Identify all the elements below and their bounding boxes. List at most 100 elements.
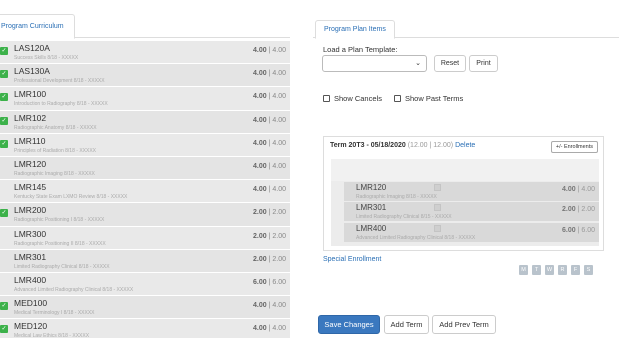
plan-item[interactable]: LMR120 Radiographic Imaging 8/18 - XXXXX 4… bbox=[344, 182, 599, 201]
course-row[interactable]: LMR145 Kentucky State Exam LXMO Review 8/… bbox=[0, 180, 290, 204]
credits-planned: 6.00 bbox=[253, 278, 267, 286]
enrollments-button[interactable]: +/- Enrollments bbox=[550, 141, 598, 153]
special-enrollment-link[interactable]: Special Enrollment bbox=[323, 256, 381, 263]
course-row[interactable]: LMR120 Radiographic Imaging 8/18 - XXXXX 4… bbox=[0, 156, 290, 181]
course-subtitle: Radiographic Positioning I 8/18 - XXXXX bbox=[14, 217, 105, 224]
course-subtitle: Radiographic Positioning II 8/18 - XXXXX bbox=[14, 240, 106, 247]
term-empty-slot bbox=[331, 159, 599, 181]
checkmark-icon: ✓ bbox=[0, 116, 8, 125]
day-button-m[interactable]: M bbox=[519, 265, 528, 275]
credits-planned: 2.00 bbox=[253, 255, 267, 263]
term-title: Term 20T3 - 05/18/2020 bbox=[330, 142, 406, 149]
checkmark-icon: ✓ bbox=[0, 93, 8, 102]
course-row[interactable]: ✓ LMR102 Radiographic Anatomy 8/18 - XXXXX… bbox=[0, 110, 290, 134]
credits-earned: 4.00 bbox=[272, 302, 286, 310]
credits-planned: 2.00 bbox=[562, 206, 576, 213]
credits-earned: 2.00 bbox=[581, 206, 595, 213]
term-delete-link[interactable]: Delete bbox=[455, 142, 475, 149]
day-button-s[interactable]: S bbox=[584, 265, 593, 275]
term-header: Term 20T3 - 05/18/2020 (12.00 | 12.00) D… bbox=[330, 142, 475, 149]
course-credits: 4.00 | 4.00 bbox=[253, 70, 286, 78]
course-row[interactable]: ✓ LAS130A Professional Development 8/18 - … bbox=[0, 64, 290, 88]
checkbox-box[interactable] bbox=[394, 95, 401, 102]
credits-planned: 4.00 bbox=[253, 47, 267, 54]
tab-program-curriculum[interactable]: Program Curriculum bbox=[0, 14, 75, 39]
plan-template-select[interactable]: ⌄ bbox=[322, 55, 427, 72]
save-changes-button[interactable]: Save Changes bbox=[318, 315, 380, 334]
plan-item-subtitle: Radiographic Imaging 8/18 - XXXXX bbox=[356, 194, 437, 200]
checkmark-icon: ✓ bbox=[0, 302, 8, 311]
left-tab-bar: Program Curriculum bbox=[0, 14, 290, 39]
checkmark-icon: ✓ bbox=[0, 325, 8, 334]
day-button-f[interactable]: F bbox=[571, 265, 580, 275]
day-button-r[interactable]: R bbox=[558, 265, 567, 275]
course-code: MED100 bbox=[14, 298, 48, 309]
show-cancels-checkbox[interactable]: Show Cancels bbox=[323, 94, 382, 103]
credits-earned: 2.00 bbox=[272, 232, 286, 240]
course-credits: 4.00 | 4.00 bbox=[253, 302, 286, 310]
credits-earned: 6.00 bbox=[272, 278, 286, 286]
course-credits: 2.00 | 2.00 bbox=[253, 209, 286, 217]
credits-earned: 4.00 bbox=[272, 139, 286, 147]
course-credits: 4.00 | 4.00 bbox=[253, 186, 286, 194]
credits-planned: 4.00 bbox=[253, 302, 267, 310]
credits-planned: 2.00 bbox=[253, 232, 267, 240]
checkmark-icon: ✓ bbox=[0, 70, 8, 79]
credits-earned: 4.00 bbox=[272, 186, 286, 194]
course-code: LMR102 bbox=[14, 112, 47, 123]
course-row[interactable]: LMR301 Limited Radiography Clinical 8/18 … bbox=[0, 249, 290, 273]
plan-item-checkbox[interactable] bbox=[434, 184, 441, 191]
course-code: LMR301 bbox=[14, 251, 47, 262]
checkmark-icon: ✓ bbox=[0, 47, 8, 55]
add-term-button[interactable]: Add Term bbox=[384, 315, 429, 334]
course-credits: 4.00 | 4.00 bbox=[253, 325, 286, 333]
course-subtitle: Medical Law Ethics 8/18 - XXXXX bbox=[14, 333, 90, 338]
credits-earned: 4.00 bbox=[272, 47, 286, 54]
course-subtitle: Limited Radiography Clinical 8/18 - XXXX… bbox=[14, 263, 110, 270]
plan-item-checkbox[interactable] bbox=[434, 204, 441, 211]
course-credits: 4.00 | 4.00 bbox=[253, 139, 286, 147]
course-row[interactable]: ✓ LMR110 Principles of Radiation 8/18 - XX… bbox=[0, 133, 290, 157]
plan-item-credits: 6.00 | 6.00 bbox=[562, 227, 595, 234]
course-row[interactable]: ✓ LMR200 Radiographic Positioning I 8/18 -… bbox=[0, 203, 290, 227]
credits-planned: 4.00 bbox=[253, 325, 267, 333]
day-button-t[interactable]: T bbox=[532, 265, 541, 275]
plan-item-checkbox[interactable] bbox=[434, 225, 441, 232]
plan-item[interactable]: LMR400 Advanced Limited Radiography Clini… bbox=[344, 223, 599, 242]
add-prev-term-button[interactable]: Add Prev Term bbox=[432, 315, 496, 334]
course-credits: 4.00 | 4.00 bbox=[253, 47, 286, 54]
credits-earned: 2.00 bbox=[272, 209, 286, 217]
right-tab-bar: Program Plan Items bbox=[313, 14, 619, 39]
credits-planned: 4.00 bbox=[253, 162, 267, 170]
day-button-w[interactable]: W bbox=[545, 265, 554, 275]
course-row[interactable]: LMR400 Advanced Limited Radiography Clini… bbox=[0, 272, 290, 297]
course-row[interactable]: ✓ MED120 Medical Law Ethics 8/18 - XXXXX 4.… bbox=[0, 319, 290, 338]
credits-planned: 4.00 bbox=[562, 186, 576, 193]
course-credits: 4.00 | 4.00 bbox=[253, 93, 286, 101]
term-credits: (12.00 | 12.00) bbox=[407, 142, 454, 149]
course-subtitle: Medical Terminology I 8/18 - XXXXX bbox=[14, 310, 95, 317]
course-subtitle: Introduction to Radiography 8/18 - XXXXX bbox=[14, 101, 108, 108]
plan-item-code: LMR400 bbox=[356, 224, 387, 233]
credits-earned: 4.00 bbox=[272, 70, 286, 78]
course-code: LMR300 bbox=[14, 228, 47, 239]
credits-earned: 2.00 bbox=[272, 255, 286, 263]
plan-item[interactable]: LMR301 Limited Radiography Clinical 8/15 … bbox=[344, 202, 599, 221]
credits-planned: 4.00 bbox=[253, 139, 267, 147]
print-button[interactable]: Print bbox=[469, 55, 498, 72]
course-row[interactable]: LMR300 Radiographic Positioning II 8/18 -… bbox=[0, 226, 290, 250]
reset-button[interactable]: Reset bbox=[434, 55, 466, 72]
course-row[interactable]: ✓ MED100 Medical Terminology I 8/18 - XXXX… bbox=[0, 296, 290, 320]
show-past-terms-label: Show Past Terms bbox=[405, 94, 464, 103]
course-credits: 4.00 | 4.00 bbox=[253, 162, 286, 170]
tab-program-plan-items[interactable]: Program Plan Items bbox=[315, 20, 395, 39]
show-past-terms-checkbox[interactable]: Show Past Terms bbox=[394, 94, 463, 103]
course-row[interactable]: ✓ LMR100 Introduction to Radiography 8/18 … bbox=[0, 87, 290, 111]
credits-earned: 4.00 bbox=[272, 162, 286, 170]
course-row[interactable]: ✓ LAS120A Success Skills 8/18 - XXXXX 4.00 … bbox=[0, 41, 290, 65]
course-credits: 6.00 | 6.00 bbox=[253, 278, 286, 286]
checkbox-box[interactable] bbox=[323, 95, 330, 102]
course-subtitle: Success Skills 8/18 - XXXXX bbox=[14, 55, 79, 61]
term-drop-zone[interactable]: LMR120 Radiographic Imaging 8/18 - XXXXX 4… bbox=[331, 159, 599, 246]
credits-planned: 4.00 bbox=[253, 186, 267, 194]
